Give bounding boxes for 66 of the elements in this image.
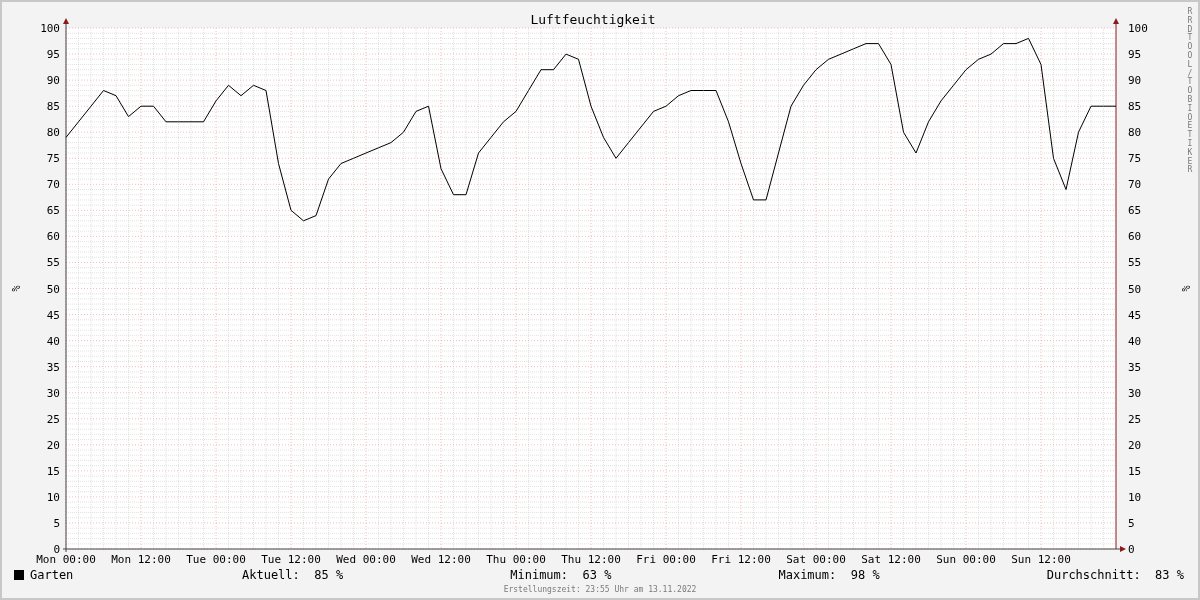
legend-stat: Durchschnitt: 83 % xyxy=(1046,567,1184,584)
y-tick-label: 90 xyxy=(1128,74,1142,88)
legend-label: Garten xyxy=(30,567,74,584)
x-tick-label: Fri 12:00 xyxy=(711,553,771,564)
timestamp-text: Erstellungszeit: 23:55 Uhr am 13.11.2022 xyxy=(503,584,697,596)
y-tick-label: 90 xyxy=(46,74,60,88)
y-tick-label: 100 xyxy=(40,22,60,35)
y-tick-label: 65 xyxy=(1128,204,1142,218)
x-tick-label: Sun 00:00 xyxy=(936,553,996,564)
y-tick-label: 50 xyxy=(1128,282,1142,296)
y-tick-label: 95 xyxy=(46,48,60,62)
legend-stat: Aktuell: 85 % xyxy=(242,567,344,584)
y-axis-label: % xyxy=(1180,285,1191,292)
y-tick-label: 35 xyxy=(1128,360,1142,374)
y-tick-label: 10 xyxy=(46,490,60,504)
y-tick-label: 10 xyxy=(1128,490,1142,504)
x-tick-label: Tue 12:00 xyxy=(261,553,321,564)
y-tick-label: 5 xyxy=(1128,516,1135,530)
y-tick-label: 50 xyxy=(46,282,60,296)
y-axis-label: % xyxy=(10,285,21,292)
y-tick-label: 70 xyxy=(46,178,60,192)
y-tick-label: 85 xyxy=(46,100,60,114)
y-tick-label: 15 xyxy=(1128,464,1142,478)
x-tick-label: Tue 00:00 xyxy=(186,553,246,564)
y-tick-label: 60 xyxy=(46,230,60,244)
chart-title: Luftfeuchtigkeit xyxy=(530,12,656,27)
y-tick-label: 30 xyxy=(46,386,60,400)
x-tick-label: Mon 00:00 xyxy=(36,553,96,564)
y-tick-label: 15 xyxy=(46,464,60,478)
y-tick-label: 20 xyxy=(1128,438,1142,452)
y-tick-label: 0 xyxy=(53,543,60,556)
legend-stat: Minimum: 63 % xyxy=(510,567,612,584)
y-tick-label: 55 xyxy=(46,256,60,270)
y-tick-label: 100 xyxy=(1128,22,1148,35)
y-tick-label: 25 xyxy=(46,412,60,426)
y-tick-label: 5 xyxy=(53,516,60,530)
y-tick-label: 35 xyxy=(46,360,60,374)
y-tick-label: 75 xyxy=(1128,152,1142,166)
x-tick-label: Sat 12:00 xyxy=(861,553,921,564)
y-tick-label: 55 xyxy=(1128,256,1142,270)
x-tick-label: Mon 12:00 xyxy=(111,553,171,564)
y-tick-label: 65 xyxy=(46,204,60,218)
y-tick-label: 75 xyxy=(46,152,60,166)
y-tick-label: 45 xyxy=(1128,308,1142,322)
y-tick-label: 25 xyxy=(1128,412,1142,426)
y-tick-label: 60 xyxy=(1128,230,1142,244)
x-tick-label: Thu 00:00 xyxy=(486,553,546,564)
y-tick-label: 85 xyxy=(1128,100,1142,114)
x-tick-label: Sun 12:00 xyxy=(1011,553,1071,564)
y-tick-label: 20 xyxy=(46,438,60,452)
x-tick-label: Wed 00:00 xyxy=(336,553,396,564)
y-tick-label: 45 xyxy=(46,308,60,322)
x-tick-label: Wed 12:00 xyxy=(411,553,471,564)
y-tick-label: 30 xyxy=(1128,386,1142,400)
y-tick-label: 70 xyxy=(1128,178,1142,192)
x-tick-label: Thu 12:00 xyxy=(561,553,621,564)
y-tick-label: 40 xyxy=(46,334,60,348)
legend-stat: Maximum: 98 % xyxy=(778,567,880,584)
x-tick-label: Sat 00:00 xyxy=(786,553,846,564)
y-tick-label: 95 xyxy=(1128,48,1142,62)
credit-text: RRDTOOL / TOBI OETIKER xyxy=(1186,8,1194,176)
y-tick-label: 40 xyxy=(1128,334,1142,348)
y-tick-label: 80 xyxy=(1128,126,1142,140)
y-tick-label: 80 xyxy=(46,126,60,140)
x-tick-label: Fri 00:00 xyxy=(636,553,696,564)
y-tick-label: 0 xyxy=(1128,543,1135,556)
